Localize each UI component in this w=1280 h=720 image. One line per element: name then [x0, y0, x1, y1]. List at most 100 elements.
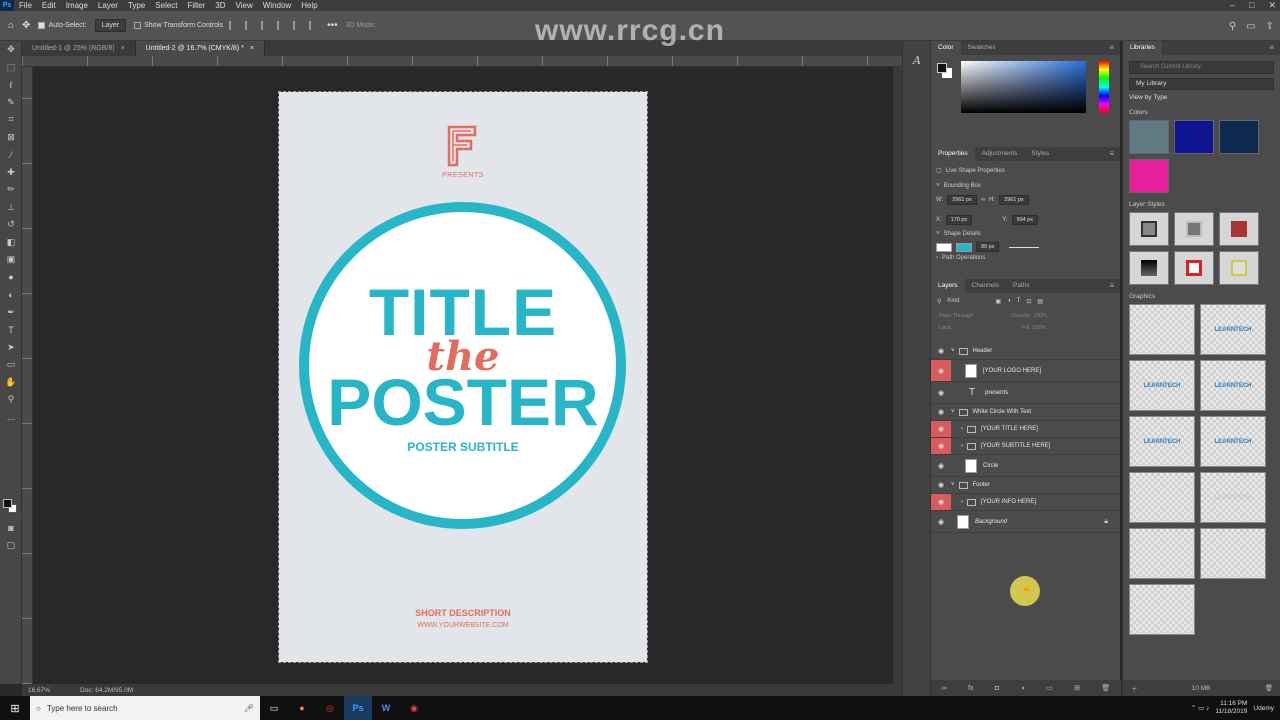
menu-view[interactable]: View — [231, 0, 258, 11]
layer-row[interactable]: ◉ [YOUR LOGO HERE] — [931, 360, 1120, 382]
visibility-eye-icon[interactable]: ◉ — [931, 455, 951, 476]
menu-edit[interactable]: Edit — [37, 0, 61, 11]
layer-style-item[interactable] — [1174, 251, 1214, 285]
visibility-eye-icon[interactable]: ◉ — [931, 511, 951, 532]
more-tools-icon[interactable]: … — [0, 409, 22, 427]
menu-window[interactable]: Window — [258, 0, 296, 11]
auto-select-checkbox[interactable] — [38, 22, 46, 29]
graphic-item[interactable]: LEARNTECH — [1200, 416, 1266, 467]
microphone-icon[interactable]: 🎤︎ — [244, 704, 254, 713]
filter-adjustment-icon[interactable]: ◑ — [1007, 298, 1011, 304]
chevron-right-icon[interactable]: › — [961, 443, 963, 449]
x-field[interactable]: 170 px — [945, 215, 973, 225]
layer-row[interactable]: ◉ › [YOUR INFO HERE] — [931, 494, 1120, 511]
ruler-horizontal[interactable] — [22, 56, 902, 67]
tab-layers[interactable]: Layers — [931, 279, 965, 293]
layer-row[interactable]: ◉ ˅ White Circle With Text — [931, 404, 1120, 421]
layer-row[interactable]: ◉ Circle — [931, 455, 1120, 477]
layer-row[interactable]: ◉ › [YOUR SUBTITLE HERE] — [931, 438, 1120, 455]
panel-menu-icon[interactable]: ≡ — [1109, 41, 1114, 55]
new-layer-icon[interactable]: ⊞ — [1074, 684, 1080, 692]
hue-slider[interactable] — [1099, 61, 1109, 113]
notification-icons[interactable]: ⌃ ▭ ♪ — [1191, 704, 1209, 712]
delete-icon[interactable]: 🗑︎ — [1265, 684, 1273, 692]
chevron-down-icon[interactable]: ˅ — [951, 409, 955, 415]
quick-mask-icon[interactable]: ◙ — [0, 519, 22, 537]
graphic-item[interactable] — [1129, 528, 1195, 579]
layer-style-item[interactable] — [1129, 251, 1169, 285]
frame-tool-icon[interactable]: ⊠ — [0, 129, 22, 147]
more-options-icon[interactable]: ••• — [327, 20, 338, 31]
chevron-down-icon[interactable]: ˅ — [936, 183, 940, 189]
layer-row[interactable]: ◉ Background 🔒︎ — [931, 511, 1120, 533]
workspace-icon[interactable]: ▭ — [1246, 21, 1255, 32]
link-layers-icon[interactable]: ∞ — [942, 685, 947, 692]
opacity-field[interactable]: Opacity: 100% — [1011, 313, 1047, 319]
graphics-section-label[interactable]: Graphics — [1129, 293, 1280, 300]
fill-swatch[interactable] — [936, 242, 952, 252]
foreground-color-swatch[interactable] — [3, 499, 12, 508]
blur-tool-icon[interactable]: ● — [0, 269, 22, 287]
word-taskbar-icon[interactable]: W — [372, 696, 400, 720]
view-by-type-dropdown[interactable]: View by Type — [1129, 94, 1274, 101]
chevron-right-icon[interactable]: › — [961, 426, 963, 432]
tab-untitled-1[interactable]: Untitled-1 @ 25% (RGB/8) × — [22, 41, 136, 56]
poster-document[interactable]: PRESENTS TITLE POSTER the POSTER SUBTITL… — [278, 91, 648, 663]
width-field[interactable]: 2961 px — [947, 195, 977, 205]
graphic-item[interactable]: LEARNTECH — [1200, 360, 1266, 411]
auto-select-dropdown[interactable]: Layer — [94, 19, 127, 32]
stroke-swatch[interactable] — [956, 242, 972, 252]
graphic-item[interactable]: LEARNTECH — [1200, 472, 1266, 523]
close-icon[interactable]: ✕ — [1268, 0, 1276, 11]
menu-file[interactable]: File — [14, 0, 37, 11]
chevron-right-icon[interactable]: › — [936, 255, 938, 261]
new-group-icon[interactable]: ▭ — [1046, 684, 1053, 692]
stroke-type-dropdown[interactable] — [1009, 246, 1040, 248]
menu-3d[interactable]: 3D — [210, 0, 230, 11]
layer-style-item[interactable] — [1219, 251, 1259, 285]
ruler-vertical[interactable] — [22, 67, 33, 684]
eyedropper-tool-icon[interactable]: ⁄ — [0, 146, 22, 164]
graphic-item[interactable] — [1129, 584, 1195, 635]
graphic-item[interactable]: LEARNTECH — [1129, 416, 1195, 467]
filter-type-icon[interactable]: T — [1017, 298, 1021, 304]
character-panel-icon[interactable]: A — [903, 49, 931, 71]
add-mask-icon[interactable]: ◘ — [995, 685, 999, 692]
layer-row[interactable]: ◉ › [YOUR TITLE HERE] — [931, 421, 1120, 438]
align-bottom-icon[interactable] — [309, 21, 319, 30]
path-select-tool-icon[interactable]: ➤ — [0, 339, 22, 357]
library-dropdown[interactable]: My Library — [1129, 78, 1274, 90]
zoom-tool-icon[interactable]: ⚲ — [0, 391, 22, 409]
panel-menu-icon[interactable]: ≡ — [1269, 41, 1274, 55]
move-tool-icon[interactable]: ✥ — [22, 20, 30, 31]
fx-icon[interactable]: fx — [968, 685, 973, 692]
layer-style-item[interactable] — [1219, 212, 1259, 246]
layer-styles-section-label[interactable]: Layer Styles — [1129, 201, 1280, 208]
tab-styles[interactable]: Styles — [1024, 147, 1056, 161]
height-field[interactable]: 2961 px — [999, 195, 1029, 205]
y-field[interactable]: 994 px — [1011, 215, 1039, 225]
color-swatch[interactable] — [1174, 120, 1214, 154]
delete-layer-icon[interactable]: 🗑︎ — [1101, 684, 1110, 692]
color-swatch[interactable] — [1219, 120, 1259, 154]
tab-properties[interactable]: Properties — [931, 147, 975, 161]
layer-style-item[interactable] — [1174, 212, 1214, 246]
menu-select[interactable]: Select — [150, 0, 182, 11]
type-tool-icon[interactable]: T — [0, 321, 22, 339]
foreground-color-swatch[interactable] — [937, 63, 947, 73]
tab-libraries[interactable]: Libraries — [1123, 41, 1162, 55]
chevron-right-icon[interactable]: › — [961, 499, 963, 505]
close-tab-icon[interactable]: × — [250, 41, 254, 56]
color-swatch[interactable] — [1129, 159, 1169, 193]
align-middle-icon[interactable] — [293, 21, 303, 30]
menu-image[interactable]: Image — [61, 0, 93, 11]
filter-shape-icon[interactable]: ⊡ — [1026, 298, 1031, 305]
stamp-tool-icon[interactable]: ⊥ — [0, 199, 22, 217]
photoshop-taskbar-icon[interactable]: Ps — [344, 696, 372, 720]
menu-help[interactable]: Help — [296, 0, 322, 11]
app-icon[interactable]: ◉ — [400, 696, 428, 720]
dodge-tool-icon[interactable]: ◐ — [0, 286, 22, 304]
fill-field[interactable]: Fill: 100% — [1022, 325, 1046, 331]
move-tool-icon[interactable]: ✥ — [0, 41, 22, 59]
filter-smart-icon[interactable]: ▤ — [1037, 298, 1043, 305]
